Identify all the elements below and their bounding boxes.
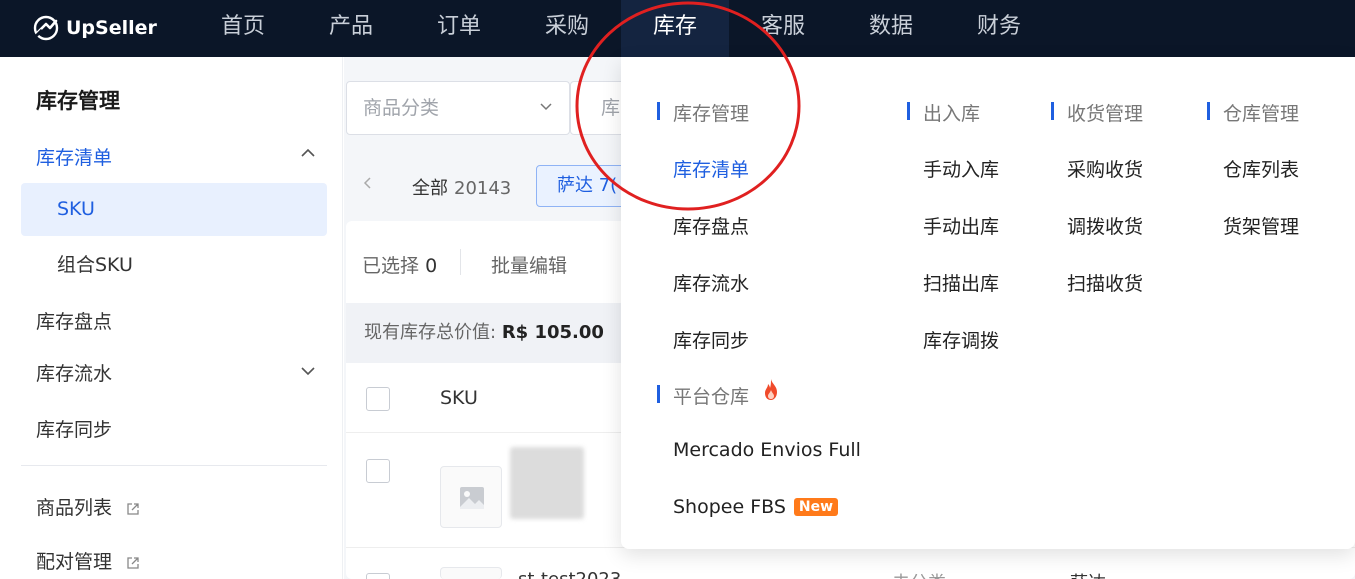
inventory-dropdown-menu: 库存管理 库存清单 库存盘点 库存流水 库存同步 平台仓库 Mercado En…: [621, 57, 1355, 549]
tabs-scroll-left-icon[interactable]: [362, 175, 372, 194]
external-link-icon: [127, 502, 139, 515]
sidebar-item-flow[interactable]: 库存流水: [36, 359, 112, 386]
external-link-icon: [127, 556, 139, 569]
nav-home[interactable]: 首页: [206, 0, 280, 57]
sidebar-item-sync[interactable]: 库存同步: [36, 415, 112, 442]
dropdown-heading-in-out: 出入库: [907, 99, 980, 126]
dropdown-item-scan-receiving[interactable]: 扫描收货: [1067, 269, 1143, 296]
fire-icon: [765, 379, 777, 400]
dropdown-heading-warehouse-management: 仓库管理: [1207, 99, 1299, 126]
dropdown-item-sync[interactable]: 库存同步: [673, 326, 749, 353]
nav-products[interactable]: 产品: [314, 0, 388, 57]
sidebar-title: 库存管理: [36, 89, 120, 113]
dropdown-item-transfer[interactable]: 库存调拨: [923, 326, 999, 353]
sidebar-item-inventory-list[interactable]: 库存清单: [36, 143, 112, 170]
nav-inventory[interactable]: 库存: [621, 0, 729, 57]
brand-name: UpSeller: [66, 17, 157, 39]
nav-orders[interactable]: 订单: [422, 0, 496, 57]
tab-all-label: 全部: [412, 178, 448, 199]
top-navbar: UpSeller 首页 产品 订单 采购 库存 客服 数据 财务: [0, 0, 1355, 57]
image-placeholder-icon: [440, 466, 502, 528]
selected-label: 已选择: [362, 255, 420, 277]
dropdown-heading-platform-warehouse: 平台仓库: [657, 382, 749, 409]
row-checkbox[interactable]: [366, 459, 390, 483]
selected-count: 已选择 0: [362, 251, 437, 278]
upseller-logo-icon: [33, 15, 59, 41]
nav-customer-service[interactable]: 客服: [746, 0, 820, 57]
bulk-edit-button[interactable]: 批量编辑: [491, 251, 567, 278]
dropdown-item-stocktake[interactable]: 库存盘点: [673, 212, 749, 239]
sidebar-divider: [21, 465, 327, 466]
sidebar-item-combo-sku[interactable]: 组合SKU: [21, 239, 327, 292]
dropdown-item-purchase-receiving[interactable]: 采购收货: [1067, 155, 1143, 182]
dropdown-heading-receiving: 收货管理: [1051, 99, 1143, 126]
dropdown-item-mercado-envios-full[interactable]: Mercado Envios Full: [673, 439, 861, 461]
chevron-down-icon[interactable]: [300, 365, 316, 381]
dropdown-item-manual-inbound[interactable]: 手动入库: [923, 155, 999, 182]
sidebar-item-label: 商品列表: [36, 497, 113, 519]
dropdown-item-manual-outbound[interactable]: 手动出库: [923, 212, 999, 239]
category-select[interactable]: 商品分类: [346, 81, 570, 135]
dropdown-item-shopee-fbs[interactable]: Shopee FBS New: [673, 496, 839, 518]
image-placeholder-icon: [440, 567, 502, 579]
sidebar-item-stocktake[interactable]: 库存盘点: [36, 307, 112, 334]
row-warehouse-text: 萨达: [1070, 569, 1106, 579]
nav-finance[interactable]: 财务: [962, 0, 1036, 57]
column-header-sku: SKU: [440, 387, 478, 409]
chevron-up-icon[interactable]: [300, 147, 316, 163]
tab-all[interactable]: 全部 20143: [412, 174, 511, 200]
sidebar-item-product-list[interactable]: 商品列表: [36, 493, 140, 520]
left-sidebar: 库存管理 库存清单 SKU 组合SKU 库存盘点 库存流水 库存同步 商品列表 …: [0, 57, 343, 579]
total-value-label: 现有库存总价值:: [364, 322, 497, 343]
total-value: R$ 105.00: [501, 322, 604, 343]
dropdown-item-flow[interactable]: 库存流水: [673, 269, 749, 296]
dropdown-item-label: Shopee FBS: [673, 496, 786, 518]
brand-logo[interactable]: UpSeller: [32, 14, 157, 42]
status-tabs: 全部 20143 萨达 7(: [344, 163, 644, 207]
dropdown-item-transfer-receiving[interactable]: 调拨收货: [1067, 212, 1143, 239]
row-category-text: 未分类: [892, 569, 946, 579]
selected-number: 0: [425, 255, 438, 277]
row-sku-text[interactable]: st-test2023: [518, 569, 621, 579]
new-badge: New: [793, 498, 839, 516]
toolbar-divider: [460, 249, 461, 275]
dropdown-item-scan-outbound[interactable]: 扫描出库: [923, 269, 999, 296]
sidebar-item-pairing[interactable]: 配对管理: [36, 547, 140, 574]
nav-purchase[interactable]: 采购: [530, 0, 604, 57]
tab-all-count: 20143: [454, 178, 512, 199]
sidebar-item-sku[interactable]: SKU: [21, 183, 327, 236]
select-all-checkbox[interactable]: [366, 387, 390, 411]
nav-data[interactable]: 数据: [854, 0, 928, 57]
row-checkbox[interactable]: [366, 573, 390, 579]
product-thumbnail[interactable]: [510, 447, 584, 519]
sidebar-item-label: 配对管理: [36, 551, 113, 573]
dropdown-item-warehouse-list[interactable]: 仓库列表: [1223, 155, 1299, 182]
chevron-down-icon: [539, 82, 553, 134]
dropdown-item-inventory-list[interactable]: 库存清单: [673, 155, 749, 182]
dropdown-item-shelf-management[interactable]: 货架管理: [1223, 212, 1299, 239]
dropdown-heading-inventory-management: 库存管理: [657, 99, 749, 126]
category-placeholder: 商品分类: [363, 97, 440, 119]
